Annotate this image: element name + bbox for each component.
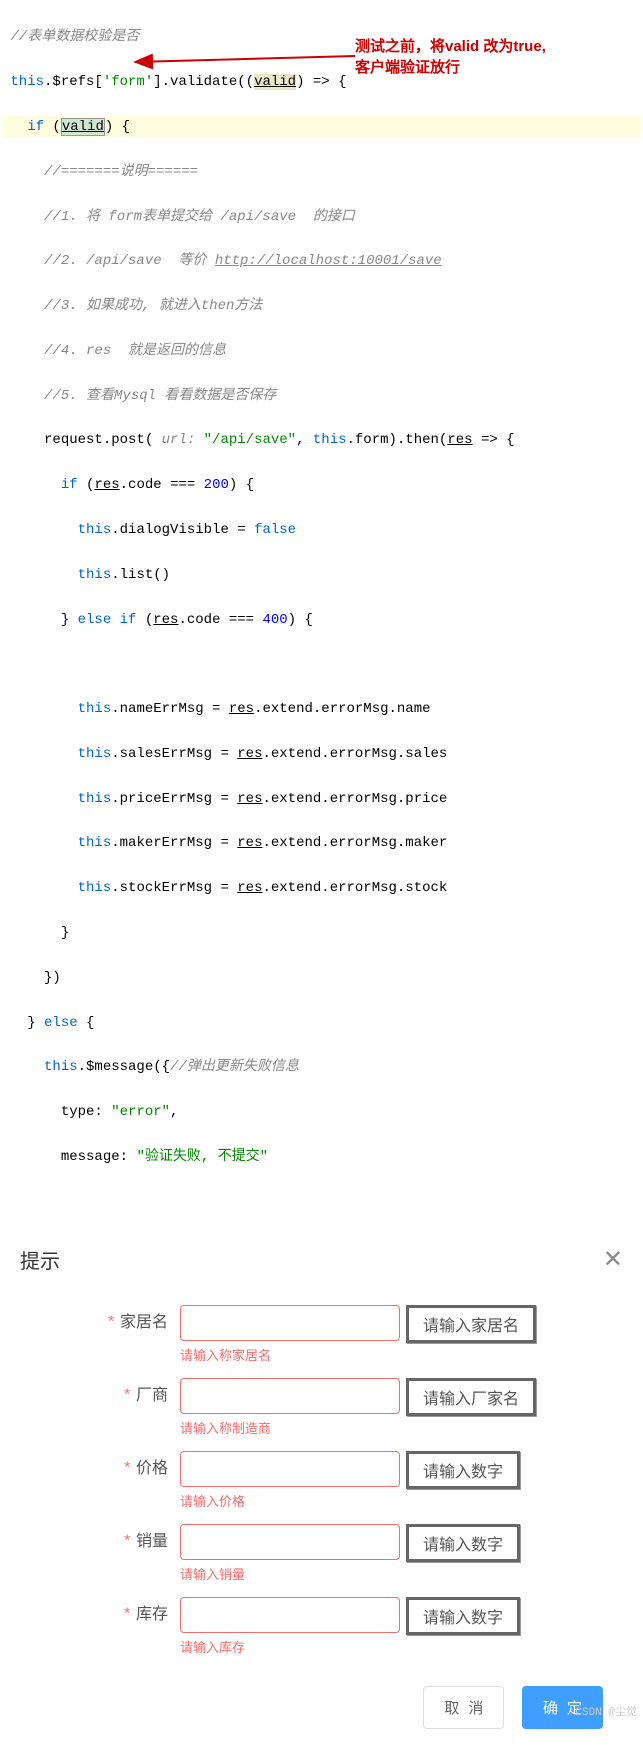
param-valid: valid xyxy=(254,74,296,90)
dialog-header: 提示 ✕ xyxy=(20,1235,623,1305)
form-item-maker: *厂商 请输入称制造商 请输入厂家名 xyxy=(20,1378,623,1437)
code-block: //表单数据校验是否 this.$refs['form'].validate((… xyxy=(0,0,643,1195)
annotation-text: 测试之前，将valid 改为true, 客户端验证放行 xyxy=(355,36,546,78)
code-editor: //表单数据校验是否 this.$refs['form'].validate((… xyxy=(0,0,643,1195)
form-label: *厂商 xyxy=(20,1378,180,1414)
form-item-sales: *销量 请输入销量 请输入数字 xyxy=(20,1524,623,1583)
hint-box: 请输入数字 xyxy=(406,1451,520,1489)
error-msg: 请输入称家居名 xyxy=(180,1345,400,1364)
maker-input[interactable] xyxy=(180,1378,400,1414)
hint-box: 请输入数字 xyxy=(406,1524,520,1562)
error-msg: 请输入价格 xyxy=(180,1491,400,1510)
form-item-name: *家居名 请输入称家居名 请输入家居名 xyxy=(20,1305,623,1364)
stock-input[interactable] xyxy=(180,1597,400,1633)
form-label: *价格 xyxy=(20,1451,180,1487)
close-icon[interactable]: ✕ xyxy=(603,1245,623,1275)
price-input[interactable] xyxy=(180,1451,400,1487)
dialog-footer: 取 消 确 定 xyxy=(20,1686,623,1729)
comment: //表单数据校验是否 xyxy=(10,29,139,45)
dialog-modal: 提示 ✕ *家居名 请输入称家居名 请输入家居名 *厂商 请输入称制造商 请输入… xyxy=(0,1225,643,1748)
cancel-button[interactable]: 取 消 xyxy=(423,1686,504,1729)
form-label: *库存 xyxy=(20,1597,180,1633)
hint-box: 请输入数字 xyxy=(406,1597,520,1635)
valid-var: valid xyxy=(61,118,105,136)
dialog-title: 提示 xyxy=(20,1245,60,1275)
watermark: CSDN @尘觉 xyxy=(575,1703,637,1719)
form-item-price: *价格 请输入价格 请输入数字 xyxy=(20,1451,623,1510)
name-input[interactable] xyxy=(180,1305,400,1341)
form-label: *销量 xyxy=(20,1524,180,1560)
error-msg: 请输入库存 xyxy=(180,1637,400,1656)
error-msg: 请输入销量 xyxy=(180,1564,400,1583)
sales-input[interactable] xyxy=(180,1524,400,1560)
error-msg: 请输入称制造商 xyxy=(180,1418,400,1437)
hint-box: 请输入家居名 xyxy=(406,1305,536,1343)
annotation-arrow-icon xyxy=(130,50,360,70)
form-label: *家居名 xyxy=(20,1305,180,1341)
hint-box: 请输入厂家名 xyxy=(406,1378,536,1416)
form-item-stock: *库存 请输入库存 请输入数字 xyxy=(20,1597,623,1656)
